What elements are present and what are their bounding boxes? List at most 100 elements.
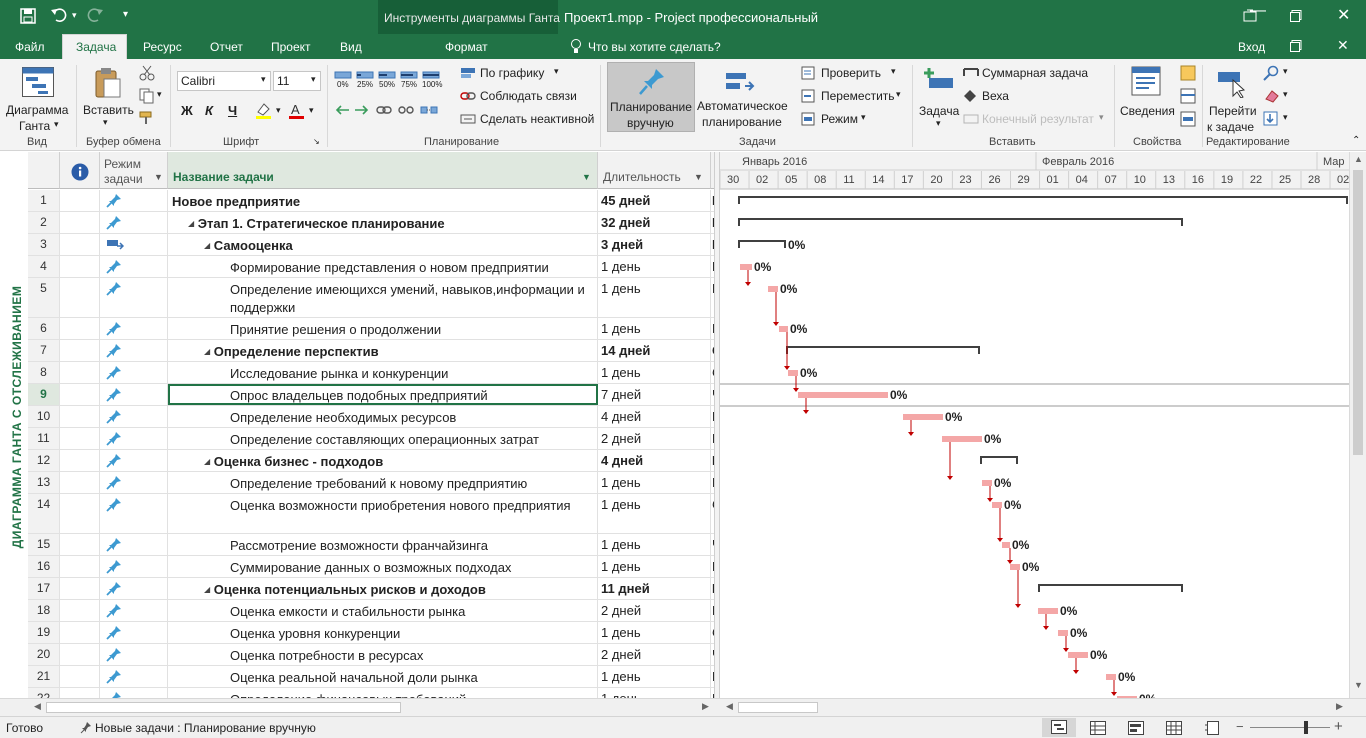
inspect-button[interactable]: Проверить ▾ (801, 65, 907, 83)
row-number[interactable]: 16 (28, 556, 60, 577)
duration-cell[interactable]: 1 день (598, 494, 711, 533)
task-name-cell[interactable]: Рассмотрение возможности франчайзинга (168, 534, 598, 555)
filter-dropdown-icon[interactable]: ▼ (694, 172, 703, 182)
task-mode-cell[interactable] (100, 556, 168, 577)
task-name-cell[interactable]: ◢ Этап 1. Стратегическое планирование (168, 212, 598, 233)
table-row[interactable]: 1Новое предприятие45 днейП (28, 190, 714, 212)
task-name-cell[interactable]: Оценка емкости и стабильности рынка (168, 600, 598, 621)
row-number[interactable]: 20 (28, 644, 60, 665)
goto-task-button[interactable]: Перейти к задаче (1205, 62, 1257, 134)
indicators-cell[interactable] (60, 406, 100, 427)
task-name-cell[interactable]: Определение составляющих операционных за… (168, 428, 598, 449)
row-number[interactable]: 10 (28, 406, 60, 427)
task-name-cell[interactable]: ◢ Оценка бизнес - подходов (168, 450, 598, 471)
row-number[interactable]: 17 (28, 578, 60, 599)
table-row[interactable]: 8Исследование рынка и конкуренции1 деньС (28, 362, 714, 384)
row-number[interactable]: 6 (28, 318, 60, 339)
indicators-cell[interactable] (60, 190, 100, 211)
table-row[interactable]: 15 Рассмотрение возможности франчайзинга 1… (28, 534, 714, 556)
task-name-cell[interactable]: Оценка уровня конкуренции (168, 622, 598, 643)
task-name-cell[interactable]: ◢ Самооценка (168, 234, 598, 255)
auto-schedule-button[interactable]: Автоматическое планирование (697, 62, 789, 132)
grid-hscroll-thumb[interactable] (46, 702, 401, 713)
task-name-cell[interactable]: Определение финансовых требований (168, 688, 598, 698)
duration-cell[interactable]: 1 день (598, 534, 711, 555)
split-task-icon[interactable] (420, 103, 438, 120)
scroll-left-icon[interactable]: ◀ (726, 701, 733, 712)
row-number[interactable]: 22 (28, 688, 60, 698)
indicators-cell[interactable] (60, 688, 100, 698)
duration-cell[interactable]: 2 дней (598, 644, 711, 665)
indicators-cell[interactable] (60, 450, 100, 471)
pct-100-button[interactable]: 100% (422, 69, 442, 93)
indent-icon[interactable] (354, 103, 370, 120)
row-number[interactable]: 2 (28, 212, 60, 233)
respect-links-button[interactable]: Соблюдать связи (460, 88, 600, 106)
duration-cell[interactable]: 1 день (598, 318, 711, 339)
row-number[interactable]: 15 (28, 534, 60, 555)
row-number[interactable]: 9 (28, 384, 60, 405)
row-number[interactable]: 3 (28, 234, 60, 255)
table-row[interactable]: 3◢ Самооценка3 днейП (28, 234, 714, 256)
table-row[interactable]: 10 Определение необходимых ресурсов 4 дней… (28, 406, 714, 428)
row-number[interactable]: 8 (28, 362, 60, 383)
tab-view[interactable]: Вид (340, 40, 362, 54)
indicators-cell[interactable] (60, 578, 100, 599)
undo-icon[interactable] (50, 7, 68, 26)
task-name-cell[interactable]: Оценка потребности в ресурсах (168, 644, 598, 665)
task-name-cell[interactable]: Определение необходимых ресурсов (168, 406, 598, 427)
indicators-cell[interactable] (60, 494, 100, 533)
row-number[interactable]: 1 (28, 190, 60, 211)
scroll-up-icon[interactable]: ▲ (1354, 154, 1363, 164)
milestone-button[interactable]: Веха (963, 88, 1063, 106)
indicators-cell[interactable] (60, 428, 100, 449)
zoom-out-icon[interactable]: − (1236, 719, 1244, 734)
indicators-cell[interactable] (60, 234, 100, 255)
zoom-in-icon[interactable]: + (1334, 718, 1343, 735)
gantt-chart-button[interactable]: Диаграмма Ганта ▾ (4, 61, 72, 133)
font-size-select[interactable]: 11 ▾ (273, 71, 321, 91)
collapse-triangle-icon[interactable]: ◢ (188, 219, 194, 228)
chevron-down-icon[interactable]: ▾ (1283, 112, 1288, 123)
task-mode-cell[interactable] (100, 406, 168, 427)
pct-50-button[interactable]: 50% (378, 69, 396, 93)
table-row[interactable]: 17 ◢ Оценка потенциальных рисков и доходо… (28, 578, 714, 600)
collapse-ribbon-icon[interactable]: ⌃ (1352, 135, 1360, 146)
zoom-slider-thumb[interactable] (1304, 721, 1308, 734)
table-row[interactable]: 9 Опрос владельцев подобных предприятий 7 … (28, 384, 714, 406)
row-number[interactable]: 14 (28, 494, 60, 533)
indicators-cell[interactable] (60, 644, 100, 665)
duration-cell[interactable]: 1 день (598, 556, 711, 577)
indicators-cell[interactable] (60, 278, 100, 317)
filter-dropdown-icon[interactable]: ▼ (582, 172, 591, 182)
indicators-cell[interactable] (60, 256, 100, 277)
save-icon[interactable] (20, 8, 36, 27)
duration-cell[interactable]: 7 дней (598, 384, 711, 405)
indicators-column-header[interactable] (60, 152, 100, 189)
row-number[interactable]: 7 (28, 340, 60, 361)
chevron-down-icon[interactable]: ▾ (1283, 66, 1288, 77)
task-mode-cell[interactable] (100, 256, 168, 277)
task-name-cell[interactable]: Суммирование данных о возможных подходах (168, 556, 598, 577)
manual-schedule-button[interactable]: Планирование вручную (607, 62, 695, 132)
task-name-cell[interactable]: Определение требований к новому предприя… (168, 472, 598, 493)
task-mode-cell[interactable] (100, 278, 168, 317)
font-color-icon[interactable]: A (288, 102, 306, 123)
duration-cell[interactable]: 1 день (598, 666, 711, 687)
indicators-cell[interactable] (60, 666, 100, 687)
close-doc-icon[interactable]: ✕ (1337, 37, 1349, 54)
information-button[interactable]: Сведения (1119, 62, 1175, 134)
task-mode-cell[interactable] (100, 622, 168, 643)
tab-format[interactable]: Формат (445, 40, 488, 54)
task-name-cell[interactable]: ◢ Оценка потенциальных рисков и доходов (168, 578, 598, 599)
collapse-triangle-icon[interactable]: ◢ (204, 241, 210, 250)
row-number[interactable]: 5 (28, 278, 60, 317)
indicators-cell[interactable] (60, 384, 100, 405)
resource-sheet-icon[interactable] (1166, 721, 1182, 738)
table-row[interactable]: 5 Определение имеющихся умений, навыков,и… (28, 278, 714, 318)
gantt-hscroll-thumb[interactable] (738, 702, 818, 713)
table-row[interactable]: 16 Суммирование данных о возможных подход… (28, 556, 714, 578)
dialog-launcher-icon[interactable]: ↘ (313, 137, 320, 146)
task-usage-view-icon[interactable] (1090, 721, 1106, 738)
customize-qat-icon[interactable]: ▾ (123, 9, 128, 20)
